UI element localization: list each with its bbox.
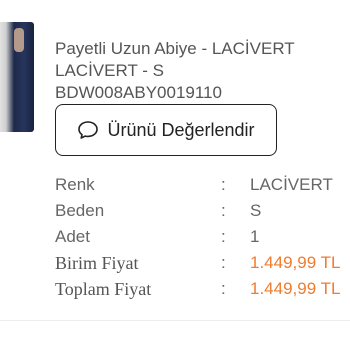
order-details: Renk : LACİVERT Beden : S Adet : 1 Birim…: [55, 172, 350, 302]
product-name[interactable]: Payetli Uzun Abiye - LACİVERT: [55, 38, 350, 60]
product-image[interactable]: [0, 22, 34, 132]
detail-row-color: Renk : LACİVERT: [55, 172, 350, 198]
detail-separator: :: [221, 279, 226, 298]
detail-label: Birim Fiyat: [55, 253, 139, 273]
detail-label: Renk: [55, 175, 95, 194]
detail-value: LACİVERT: [250, 175, 333, 194]
detail-value: 1: [250, 227, 260, 246]
product-image-detail: [14, 28, 24, 52]
detail-row-unit-price: Birim Fiyat : 1.449,99 TL: [55, 250, 350, 276]
unit-price-value: 1.449,99 TL: [250, 253, 341, 272]
detail-row-quantity: Adet : 1: [55, 224, 350, 250]
product-info: Payetli Uzun Abiye - LACİVERT LACİVERT -…: [55, 38, 350, 104]
detail-label: Adet: [55, 227, 90, 246]
section-divider: [0, 320, 350, 321]
total-price-value: 1.449,99 TL: [250, 279, 341, 298]
detail-value: S: [250, 201, 262, 220]
detail-label: Beden: [55, 201, 105, 220]
detail-row-size: Beden : S: [55, 198, 350, 224]
detail-separator: :: [221, 201, 226, 220]
detail-separator: :: [221, 253, 226, 272]
detail-separator: :: [221, 227, 226, 246]
review-button-label: Ürünü Değerlendir: [107, 119, 255, 140]
product-sku: BDW008ABY0019110: [55, 83, 222, 102]
detail-separator: :: [221, 175, 226, 194]
detail-label: Toplam Fiyat: [55, 279, 152, 299]
review-product-button[interactable]: Ürünü Değerlendir: [55, 104, 277, 156]
product-variant: LACİVERT - S: [55, 61, 164, 80]
speech-bubble-icon: [77, 119, 99, 141]
detail-row-total-price: Toplam Fiyat : 1.449,99 TL: [55, 276, 350, 302]
